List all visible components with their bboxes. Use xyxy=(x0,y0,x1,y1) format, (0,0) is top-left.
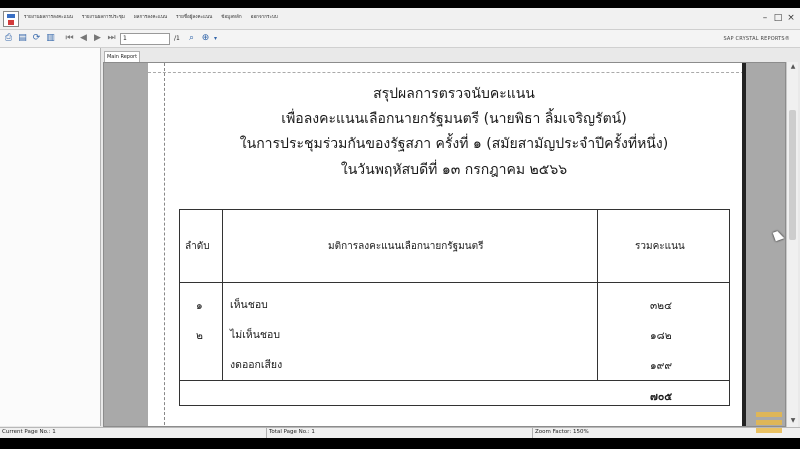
table-divider xyxy=(597,210,598,380)
last-page-icon[interactable]: ⏭ xyxy=(106,33,117,44)
zoom-factor-status: Zoom Factor: 150% xyxy=(535,429,589,435)
total-count: ๗๐๕ xyxy=(650,391,673,403)
minimize-icon[interactable]: – xyxy=(760,13,770,23)
print-icon[interactable]: ▤ xyxy=(17,33,28,44)
export-icon[interactable]: ⎙ xyxy=(3,33,14,44)
menu-item-voter-list[interactable]: รายชื่อผู้ลงคะแนน xyxy=(176,14,212,21)
group-tree-panel[interactable] xyxy=(0,48,101,426)
page-total-label: /1 xyxy=(174,35,180,42)
app-window: รายงานผลการลงคะแนน รายงานผลการประชุม ผลก… xyxy=(0,8,800,438)
find-icon[interactable]: ⌕ xyxy=(186,33,197,44)
scroll-thumb[interactable] xyxy=(789,110,796,240)
status-bar: Current Page No.: 1 Total Page No.: 1 Zo… xyxy=(0,427,800,438)
next-page-icon[interactable]: ▶ xyxy=(92,33,103,44)
report-date-line: ในวันพฤหัสบดีที่ ๑๓ กรกฎาคม ๒๕๖๖ xyxy=(340,162,568,178)
page-edge xyxy=(742,63,746,426)
report-title: สรุปผลการตรวจนับคะแนน xyxy=(373,86,535,102)
header-resolution: มติการลงคะแนนเลือกนายกรัฐมนตรี xyxy=(328,241,484,252)
row-3-label: งดออกเสียง xyxy=(230,359,283,371)
report-meeting-line: ในการประชุมร่วมกันของรัฐสภา ครั้งที่ ๑ (… xyxy=(239,136,669,152)
total-page-status: Total Page No.: 1 xyxy=(269,429,315,435)
close-icon[interactable]: × xyxy=(786,13,796,23)
crystal-reports-brand: SAP CRYSTAL REPORTS® xyxy=(723,36,790,42)
row-2-count: ๑๘๒ xyxy=(650,330,672,342)
page-margin-guide xyxy=(148,72,744,73)
report-subtitle: เพื่อลงคะแนนเลือกนายกรัฐมนตรี (นายพิธา ล… xyxy=(281,111,627,127)
row-2-no: ๒ xyxy=(196,330,203,342)
vertical-scrollbar[interactable]: ▲ ▼ xyxy=(786,62,798,427)
status-divider xyxy=(532,428,533,438)
page-number-input[interactable]: 1 xyxy=(120,33,170,45)
row-1-label: เห็นชอบ xyxy=(230,299,268,311)
current-page-status: Current Page No.: 1 xyxy=(2,429,56,435)
app-logo-icon xyxy=(3,11,19,27)
tab-main-report[interactable]: Main Report xyxy=(104,51,140,62)
broadcast-logo xyxy=(756,412,782,438)
row-2-label: ไม่เห็นชอบ xyxy=(230,329,280,341)
menu-item-master-data[interactable]: ข้อมูลหลัก xyxy=(221,14,241,21)
report-page: สรุปผลการตรวจนับคะแนน เพื่อลงคะแนนเลือกน… xyxy=(148,63,744,426)
vote-summary-table: ลำดับ มติการลงคะแนนเลือกนายกรัฐมนตรี รวม… xyxy=(179,209,730,406)
scroll-up-icon[interactable]: ▲ xyxy=(787,62,799,72)
toggle-panel-icon[interactable]: ▥ xyxy=(45,33,56,44)
row-3-count: ๑๙๙ xyxy=(650,360,673,372)
table-divider xyxy=(222,210,223,380)
menu-item-vote-report[interactable]: รายงานผลการลงคะแนน xyxy=(24,14,73,21)
prev-page-icon[interactable]: ◀ xyxy=(78,33,89,44)
menu-bar: รายงานผลการลงคะแนน รายงานผลการประชุม ผลก… xyxy=(0,8,800,30)
row-1-no: ๑ xyxy=(196,300,203,312)
zoom-dropdown-icon[interactable]: ▾ xyxy=(210,33,221,44)
header-no: ลำดับ xyxy=(185,241,210,252)
table-divider xyxy=(180,380,729,381)
report-toolbar: ⎙ ▤ ⟳ ▥ ⏮ ◀ ▶ ⏭ 1 /1 ⌕ ⊕ ▾ SAP CRYSTAL R… xyxy=(0,30,800,48)
table-divider xyxy=(180,282,729,283)
row-1-count: ๓๒๔ xyxy=(650,300,673,312)
scroll-down-icon[interactable]: ▼ xyxy=(787,416,799,426)
header-total: รวมคะแนน xyxy=(635,241,685,252)
refresh-icon[interactable]: ⟳ xyxy=(31,33,42,44)
menu-item-logout[interactable]: ออกจากระบบ xyxy=(251,14,278,21)
report-viewport[interactable]: สรุปผลการตรวจนับคะแนน เพื่อลงคะแนนเลือกน… xyxy=(103,62,786,427)
first-page-icon[interactable]: ⏮ xyxy=(64,33,75,44)
status-divider xyxy=(266,428,267,438)
menu-item-vote-results[interactable]: ผลการลงคะแนน xyxy=(134,14,167,21)
maximize-icon[interactable]: □ xyxy=(773,13,783,23)
menu-item-meeting-report[interactable]: รายงานผลการประชุม xyxy=(82,14,125,21)
